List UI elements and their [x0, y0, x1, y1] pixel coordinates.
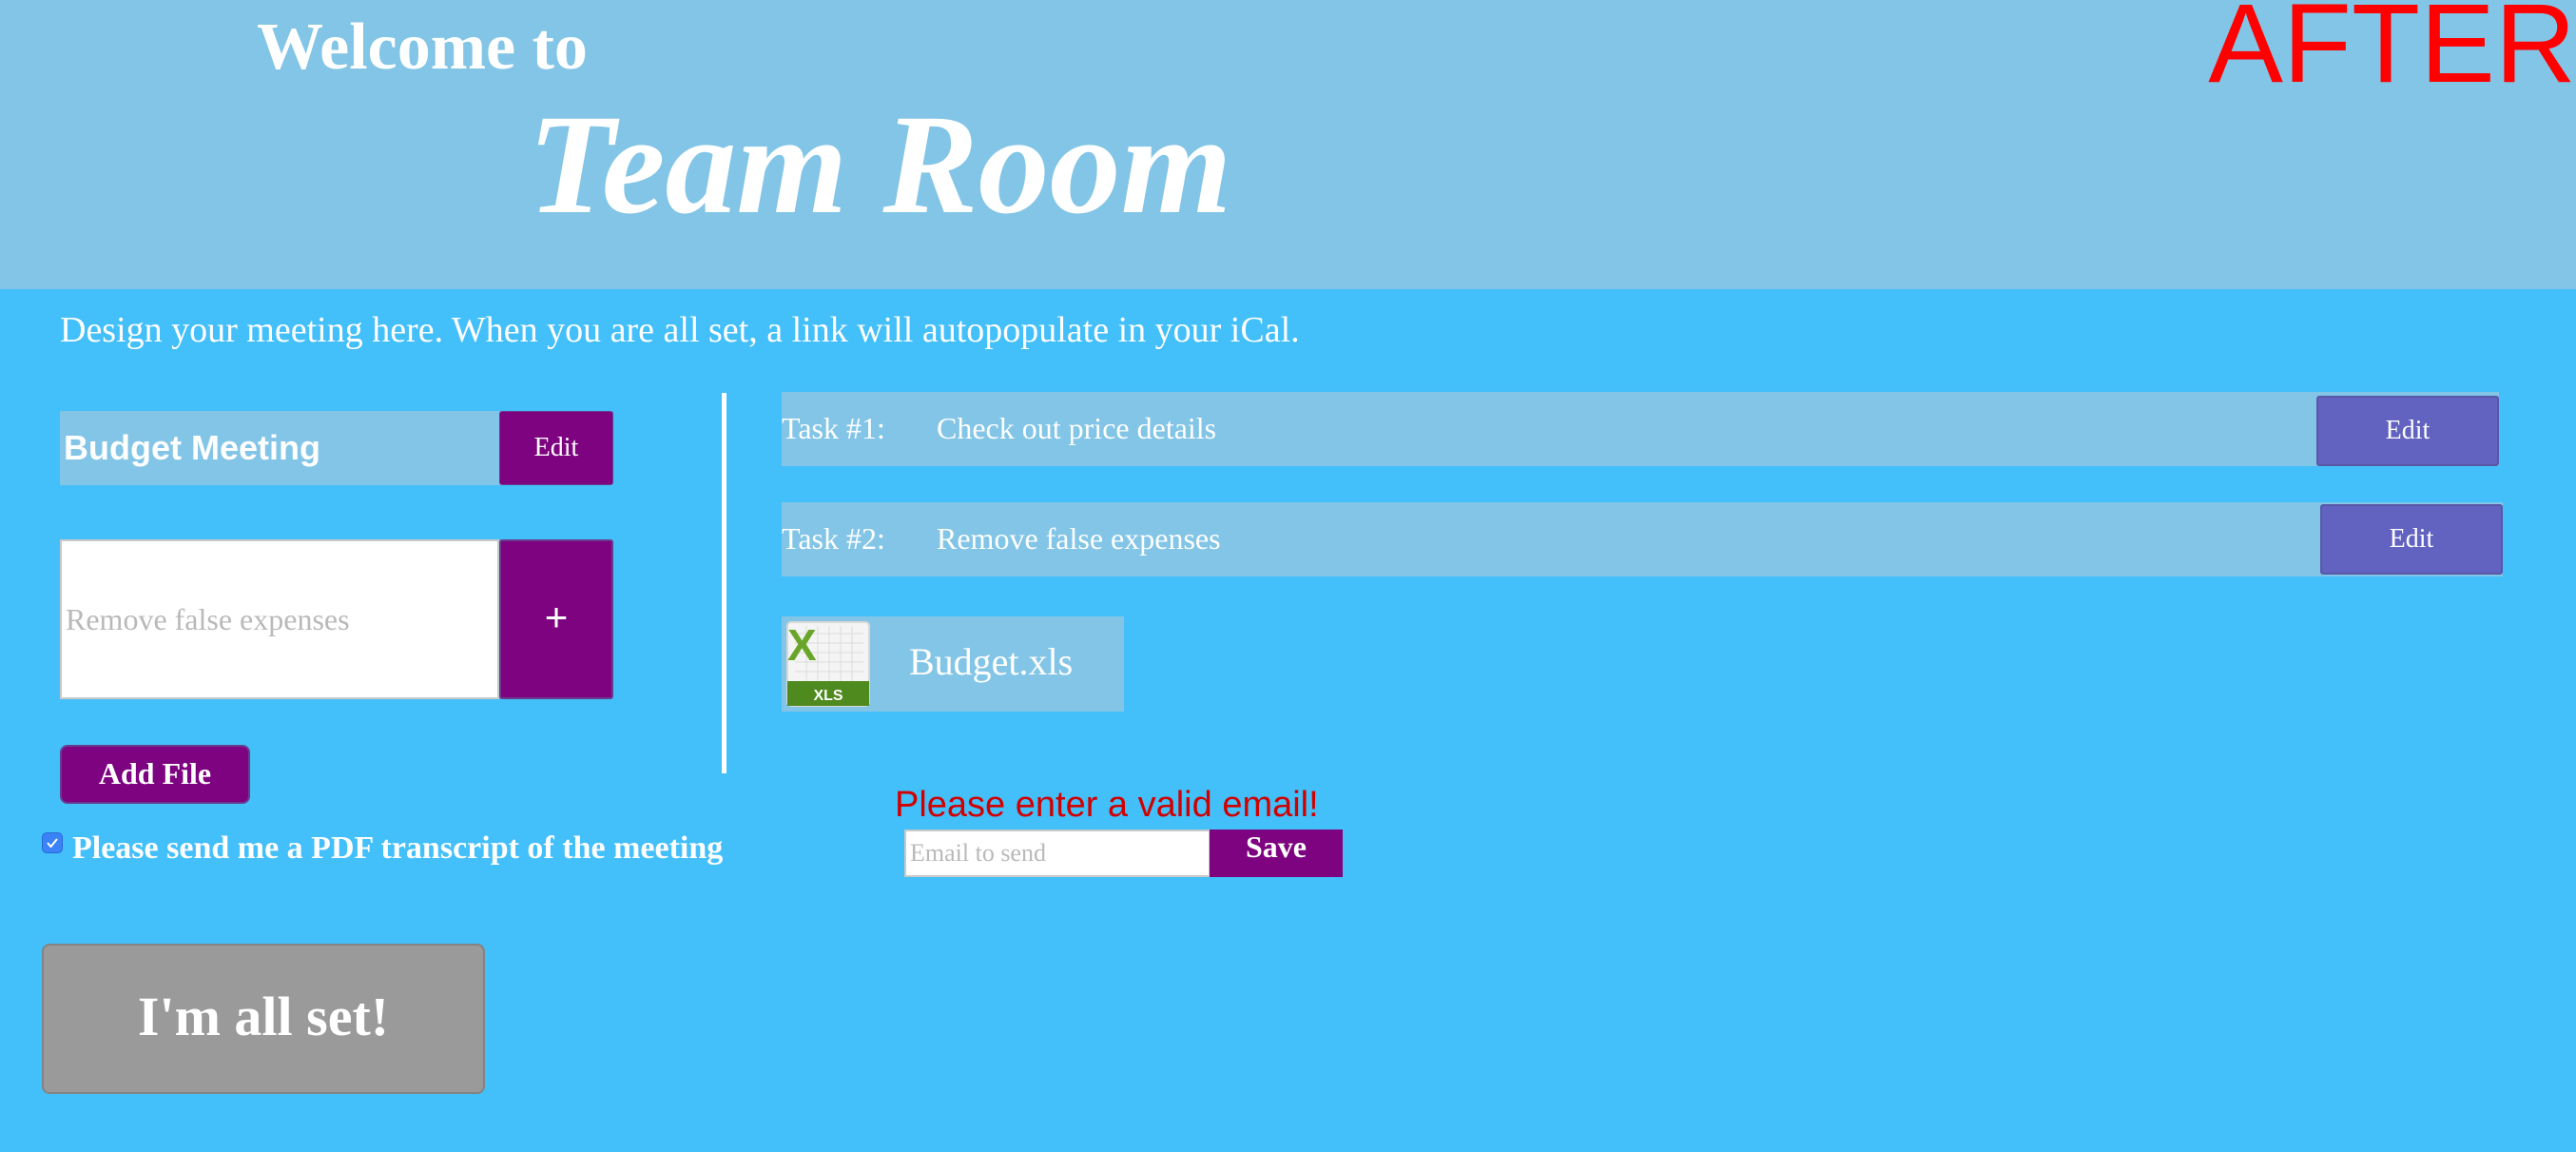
save-email-button[interactable]: Save [1210, 830, 1343, 877]
all-set-button[interactable]: I'm all set! [42, 944, 485, 1094]
task-number: Task #1: [782, 411, 885, 445]
new-task-input[interactable] [60, 539, 499, 699]
edit-task-button[interactable]: Edit [2316, 396, 2499, 466]
task-text: Check out price details [937, 411, 1217, 445]
attached-file[interactable]: XLS X Budget.xls [782, 616, 1124, 712]
after-stamp: AFTER [2208, 0, 2576, 107]
task-text: Remove false expenses [937, 521, 1221, 556]
add-task-button[interactable]: + [499, 539, 613, 699]
new-task-form: + [60, 539, 613, 699]
page-title: Team Room [528, 86, 1232, 244]
file-name: Budget.xls [909, 640, 1074, 683]
task-row: Task #1: Check out price details Edit [782, 392, 2499, 466]
edit-meeting-button[interactable]: Edit [499, 411, 613, 485]
email-error-message: Please enter a valid email! [895, 785, 1319, 825]
header-banner: Welcome to Team Room AFTER [0, 0, 2576, 289]
edit-task-button[interactable]: Edit [2320, 504, 2503, 575]
svg-text:X: X [787, 620, 817, 670]
column-divider [722, 393, 726, 773]
email-input[interactable] [904, 830, 1211, 877]
intro-text: Design your meeting here. When you are a… [60, 310, 1300, 350]
pdf-transcript-label[interactable]: Please send me a PDF transcript of the m… [72, 826, 723, 871]
pdf-transcript-checkbox[interactable] [42, 832, 63, 853]
task-row: Task #2: Remove false expenses Edit [782, 502, 2503, 576]
add-file-button[interactable]: Add File [60, 745, 250, 804]
meeting-title-row: Budget Meeting Edit [60, 411, 613, 485]
checkmark-icon [47, 838, 58, 849]
meeting-title: Budget Meeting [64, 428, 320, 467]
task-number: Task #2: [782, 521, 885, 556]
welcome-text: Welcome to [257, 10, 588, 84]
xls-file-icon: XLS X [786, 620, 870, 707]
svg-text:XLS: XLS [813, 688, 843, 704]
